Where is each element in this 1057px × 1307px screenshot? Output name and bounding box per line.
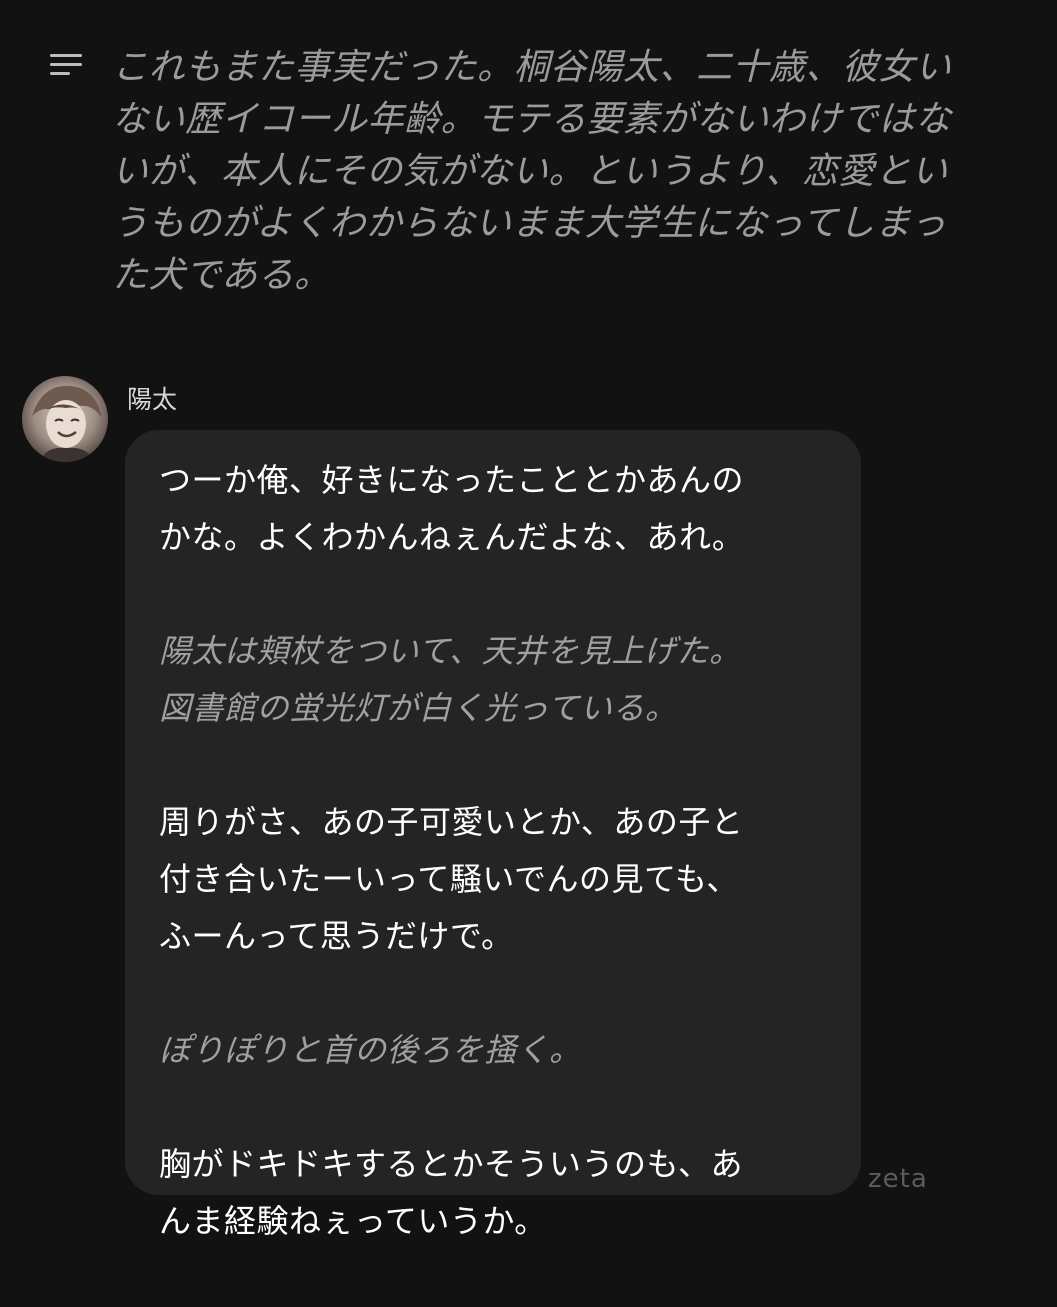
message-line: 胸がドキドキするとかそういうのも、あ (159, 1145, 744, 1183)
message-line: かな。よくわかんねぇんだよな、あれ。 (159, 518, 745, 556)
sender-name: 陽太 (127, 385, 178, 414)
message-line: 周りがさ、あの子可愛いとか、あの子と (159, 803, 744, 841)
message-line: ふーんって思うだけで。 (159, 917, 514, 955)
narration-line: いが、本人にその気がない。というより、恋愛とい (112, 151, 948, 192)
narration-line: た犬である。 (112, 255, 331, 296)
narration-line: これもまた事実だった。桐谷陽太、二十歳、彼女い (112, 47, 952, 88)
message-line: 付き合いたーいって騒いでんの見ても、 (159, 860, 739, 898)
speech-paragraph: つーか俺、好きになったこととかあんの かな。よくわかんねぇんだよな、あれ。 (159, 452, 849, 566)
speech-paragraph: 周りがさ、あの子可愛いとか、あの子と 付き合いたーいって騒いでんの見ても、 ふー… (159, 794, 849, 965)
watermark: zeta (868, 1164, 928, 1194)
message-content: つーか俺、好きになったこととかあんの かな。よくわかんねぇんだよな、あれ。 陽太… (159, 452, 849, 1307)
message-line: 図書館の蛍光灯が白く光っている。 (159, 689, 678, 727)
narration-text: これもまた事実だった。桐谷陽太、二十歳、彼女い ない歴イコール年齢。モテる要素が… (112, 42, 992, 302)
message-line: つーか俺、好きになったこととかあんの (159, 461, 745, 499)
action-paragraph: 陽太は頬杖をついて、天井を見上げた。 図書館の蛍光灯が白く光っている。 (159, 623, 849, 737)
message-line: んま経験ねぇっていうか。 (159, 1202, 547, 1240)
menu-icon[interactable] (50, 54, 82, 76)
action-paragraph: ぽりぽりと首の後ろを掻く。 (159, 1022, 849, 1079)
message-line: ぽりぽりと首の後ろを掻く。 (159, 1031, 582, 1069)
avatar[interactable] (22, 376, 108, 462)
message-bubble: つーか俺、好きになったこととかあんの かな。よくわかんねぇんだよな、あれ。 陽太… (125, 430, 861, 1240)
message-line: 陽太は頬杖をついて、天井を見上げた。 (159, 632, 742, 670)
narration-line: ない歴イコール年齢。モテる要素がないわけではな (112, 99, 952, 140)
character-avatar-icon (22, 376, 108, 462)
speech-paragraph: 胸がドキドキするとかそういうのも、あ んま経験ねぇっていうか。 (159, 1136, 849, 1250)
narration-line: うものがよくわからないまま大学生になってしまっ (112, 203, 947, 244)
